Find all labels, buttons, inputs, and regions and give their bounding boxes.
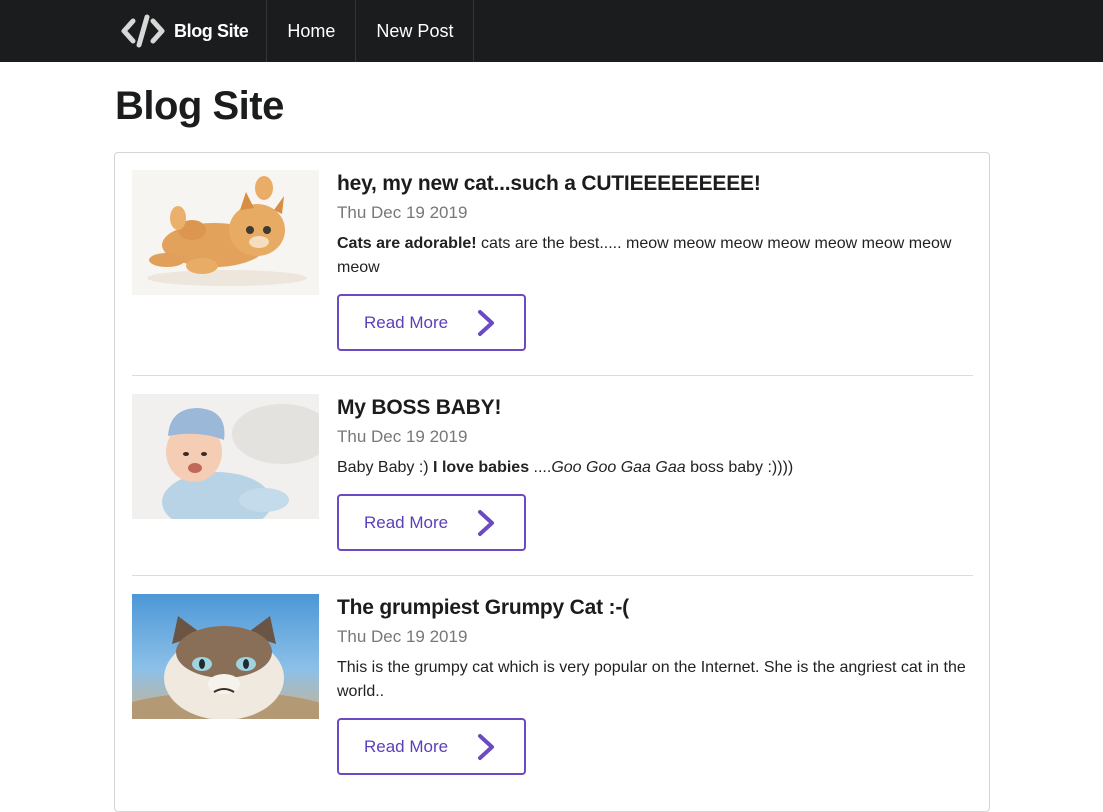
post-content: hey, my new cat...such a CUTIEEEEEEEEE! … bbox=[337, 170, 973, 351]
post-body: This is the grumpy cat which is very pop… bbox=[337, 659, 966, 700]
post-title[interactable]: hey, my new cat...such a CUTIEEEEEEEEE! bbox=[337, 170, 973, 198]
brand-link[interactable]: Blog Site bbox=[104, 0, 268, 62]
post-body-bold: Cats are adorable! bbox=[337, 235, 477, 252]
post-thumbnail-kitten bbox=[132, 170, 319, 295]
post-content: The grumpiest Grumpy Cat :-( Thu Dec 19 … bbox=[337, 594, 973, 775]
post-item: hey, my new cat...such a CUTIEEEEEEEEE! … bbox=[132, 170, 973, 375]
grumpy-cat-image bbox=[132, 594, 319, 719]
code-icon bbox=[121, 14, 165, 48]
post-date: Thu Dec 19 2019 bbox=[337, 627, 468, 646]
post-body-bold: I love babies bbox=[433, 459, 530, 476]
chevron-right-icon bbox=[478, 509, 494, 536]
read-more-button[interactable]: Read More bbox=[337, 294, 526, 351]
nav-new-post[interactable]: New Post bbox=[356, 0, 475, 62]
post-item: My BOSS BABY! Thu Dec 19 2019 Baby Baby … bbox=[132, 375, 973, 575]
chevron-right-icon bbox=[478, 733, 494, 760]
post-body: Baby Baby :) I love babies ....Goo Goo G… bbox=[337, 456, 973, 480]
read-more-label: Read More bbox=[364, 512, 449, 532]
post-date: Thu Dec 19 2019 bbox=[337, 203, 468, 222]
page-title: Blog Site bbox=[115, 84, 284, 128]
post-body-italic: Goo Goo Gaa Gaa bbox=[551, 459, 686, 476]
read-more-label: Read More bbox=[364, 736, 449, 756]
post-body-text: Baby Baby :) bbox=[337, 459, 434, 476]
chevron-right-icon bbox=[478, 309, 494, 336]
read-more-button[interactable]: Read More bbox=[337, 718, 526, 775]
post-list: hey, my new cat...such a CUTIEEEEEEEEE! … bbox=[114, 152, 990, 812]
post-body-text: .... bbox=[529, 459, 552, 476]
nav-home[interactable]: Home bbox=[267, 0, 357, 62]
baby-image bbox=[132, 394, 319, 519]
post-thumbnail-baby bbox=[132, 394, 319, 519]
post-date: Thu Dec 19 2019 bbox=[337, 427, 468, 446]
post-item: The grumpiest Grumpy Cat :-( Thu Dec 19 … bbox=[132, 575, 973, 795]
post-title[interactable]: My BOSS BABY! bbox=[337, 394, 973, 422]
navbar-menu: Blog Site Home New Post bbox=[104, 0, 475, 62]
post-title[interactable]: The grumpiest Grumpy Cat :-( bbox=[337, 594, 973, 622]
post-content: My BOSS BABY! Thu Dec 19 2019 Baby Baby … bbox=[337, 394, 973, 551]
post-body: Cats are adorable! cats are the best....… bbox=[337, 232, 973, 280]
post-thumbnail-grumpy-cat bbox=[132, 594, 319, 719]
brand-label: Blog Site bbox=[174, 20, 249, 41]
post-body-text: boss baby :)))) bbox=[685, 459, 794, 476]
kitten-image bbox=[132, 170, 319, 295]
top-navbar: Blog Site Home New Post bbox=[0, 0, 1103, 62]
read-more-label: Read More bbox=[364, 312, 449, 332]
read-more-button[interactable]: Read More bbox=[337, 494, 526, 551]
